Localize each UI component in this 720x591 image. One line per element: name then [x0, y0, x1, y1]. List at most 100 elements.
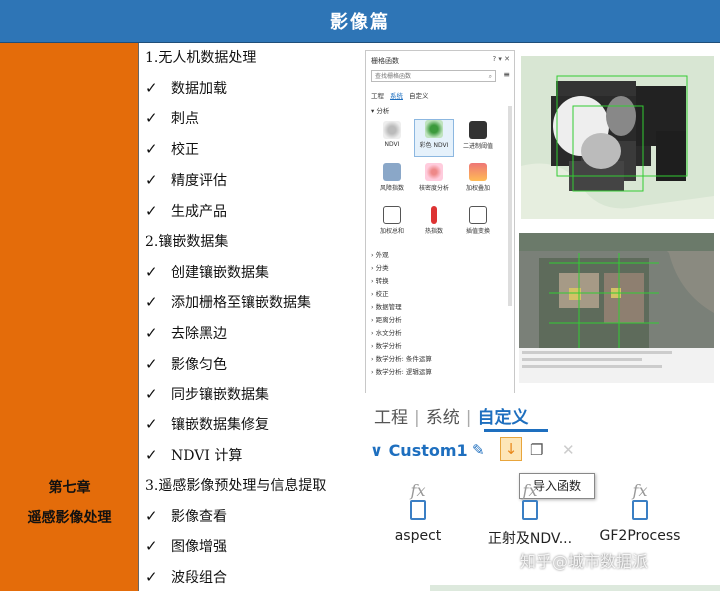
check-icon: ✓ [145, 293, 158, 311]
stack-icon [469, 163, 487, 181]
tool-gf2process[interactable]: fx GF2Process [590, 481, 690, 544]
image-edge [430, 585, 720, 591]
category-item[interactable]: › 水文分析 [371, 327, 402, 337]
tool-aspect[interactable]: fx aspect [368, 481, 468, 544]
function-heat-index[interactable]: 热指数 [414, 206, 454, 235]
outline-list: 1.无人机数据处理 ✓ 数据加载 ✓ 刺点 ✓ 校正 ✓ 精度评估 ✓ 生成产品 2.镶嵌… [139, 43, 361, 591]
function-windchill[interactable]: 风障指数 [372, 163, 412, 192]
tab-custom[interactable]: 自定义 [477, 408, 528, 428]
cube-icon [383, 206, 401, 224]
chapter-name: 遥感影像处理 [27, 510, 112, 526]
list-item: ✓ 生成产品 [145, 196, 227, 226]
check-icon: ✓ [145, 415, 158, 433]
category-item[interactable]: › 距离分析 [371, 314, 402, 324]
check-icon: ✓ [145, 263, 158, 281]
chapter-number: 第七章 [48, 480, 91, 496]
list-item: ✓ 影像查看 [145, 501, 227, 531]
list-item: ✓ 去除黑边 [145, 318, 227, 348]
list-item: ✓ 图像增强 [145, 531, 227, 561]
import-function-button[interactable]: ↓ [500, 437, 522, 461]
check-icon: ✓ [145, 171, 158, 189]
check-icon: ✓ [145, 446, 158, 464]
document-icon [522, 500, 538, 520]
list-item: ✓ 镶嵌数据集修复 [145, 409, 269, 439]
panel-title: 栅格函数 [371, 57, 399, 65]
tab-custom[interactable]: 自定义 [409, 92, 429, 100]
check-icon: ✓ [145, 202, 158, 220]
category-item[interactable]: › 数学分析: 逻辑运算 [371, 366, 432, 376]
close-icon[interactable]: ✕ [562, 441, 575, 459]
check-icon: ✓ [145, 568, 158, 586]
grid-icon [469, 121, 487, 139]
tab-project[interactable]: 工程 [374, 408, 408, 428]
function-kernel-density[interactable]: 核密度分析 [414, 163, 454, 192]
category-item[interactable]: › 数据管理 [371, 301, 402, 311]
list-item: ✓ 创建镶嵌数据集 [145, 257, 269, 287]
chevron-down-icon: ∨ [370, 441, 389, 460]
list-item: ✓ 同步镶嵌数据集 [145, 379, 269, 409]
check-icon: ✓ [145, 109, 158, 127]
function-color-ndvi[interactable]: 彩色 NDVI [414, 119, 454, 157]
watermark: 知乎@城市数据派 [520, 552, 649, 571]
dem-mosaic-image [521, 56, 714, 219]
copy-icon[interactable]: ❐ [530, 441, 543, 459]
category-item[interactable]: › 数学分析 [371, 340, 402, 350]
header-title: 影像篇 [330, 12, 390, 33]
chapter-cell: 第七章 遥感影像处理 [0, 43, 139, 591]
leaf-icon [425, 120, 443, 138]
list-item: ✓ 刺点 [145, 103, 199, 133]
outline-section-1: 1.无人机数据处理 [145, 50, 257, 66]
function-interpolation[interactable]: 插值变换 [458, 206, 498, 235]
check-icon: ✓ [145, 507, 158, 525]
search-input[interactable]: 查找栅格函数 ⌕ [371, 70, 496, 82]
list-item: ✓ 波段组合 [145, 562, 227, 591]
active-tab-underline [484, 429, 548, 432]
function-binary-threshold[interactable]: 二进制阈值 [458, 121, 498, 150]
function-icon: fx [522, 481, 538, 500]
list-item: ✓ 精度评估 [145, 165, 227, 195]
list-item: ✓ 影像匀色 [145, 349, 227, 379]
custom-tabs: 工程 | 系统 | 自定义 [374, 408, 529, 428]
density-icon [425, 163, 443, 181]
search-icon: ⌕ [488, 73, 492, 80]
wind-icon [383, 163, 401, 181]
category-item[interactable]: › 外观 [371, 249, 389, 259]
outline-section-2: 2.镶嵌数据集 [145, 234, 229, 250]
group-header[interactable]: ∨ Custom1 [370, 441, 468, 460]
thermometer-icon [431, 206, 437, 224]
menu-icon[interactable]: ≡ [503, 70, 510, 79]
panel-controls[interactable]: ? ▾ ✕ [492, 55, 510, 63]
document-icon [632, 500, 648, 520]
category-item[interactable]: › 分类 [371, 262, 389, 272]
tab-system[interactable]: 系统 [390, 92, 403, 100]
category-item[interactable]: › 转换 [371, 275, 389, 285]
section-header: 影像篇 [0, 0, 720, 43]
scrollbar[interactable] [508, 106, 512, 306]
tool-ortho-ndvi[interactable]: fx 正射及NDV... [480, 481, 580, 548]
check-icon: ✓ [145, 385, 158, 403]
category-item[interactable]: › 数学分析: 条件运算 [371, 353, 432, 363]
function-icon: fx [632, 481, 648, 500]
check-icon: ✓ [145, 79, 158, 97]
function-icon: fx [410, 481, 426, 500]
list-item: ✓ 校正 [145, 134, 199, 164]
edit-icon[interactable]: ✎ [472, 441, 485, 459]
list-item: ✓ 添加栅格至镶嵌数据集 [145, 287, 311, 317]
function-ndvi[interactable]: NDVI [372, 121, 412, 148]
leaf-icon [383, 121, 401, 139]
panel-tabs: 工程 系统 自定义 [371, 90, 435, 100]
map-graphic [521, 56, 714, 219]
category-item[interactable]: › 校正 [371, 288, 389, 298]
check-icon: ✓ [145, 355, 158, 373]
section-analysis[interactable]: ▾ 分析 [371, 105, 389, 115]
function-weighted-overlay[interactable]: 加权叠加 [458, 163, 498, 192]
cube-icon [469, 206, 487, 224]
function-weighted-sum[interactable]: 加权总和 [372, 206, 412, 235]
check-icon: ✓ [145, 537, 158, 555]
outline-section-3: 3.遥感影像预处理与信息提取 [145, 478, 327, 494]
tab-system[interactable]: 系统 [426, 408, 460, 428]
raster-functions-panel: 栅格函数 ? ▾ ✕ 查找栅格函数 ⌕ ≡ 工程 系统 自定义 ▾ 分析 NDVI 彩… [365, 50, 515, 395]
list-item: ✓ 数据加载 [145, 73, 227, 103]
tab-project[interactable]: 工程 [371, 92, 384, 100]
aerial-graphic [519, 233, 714, 383]
